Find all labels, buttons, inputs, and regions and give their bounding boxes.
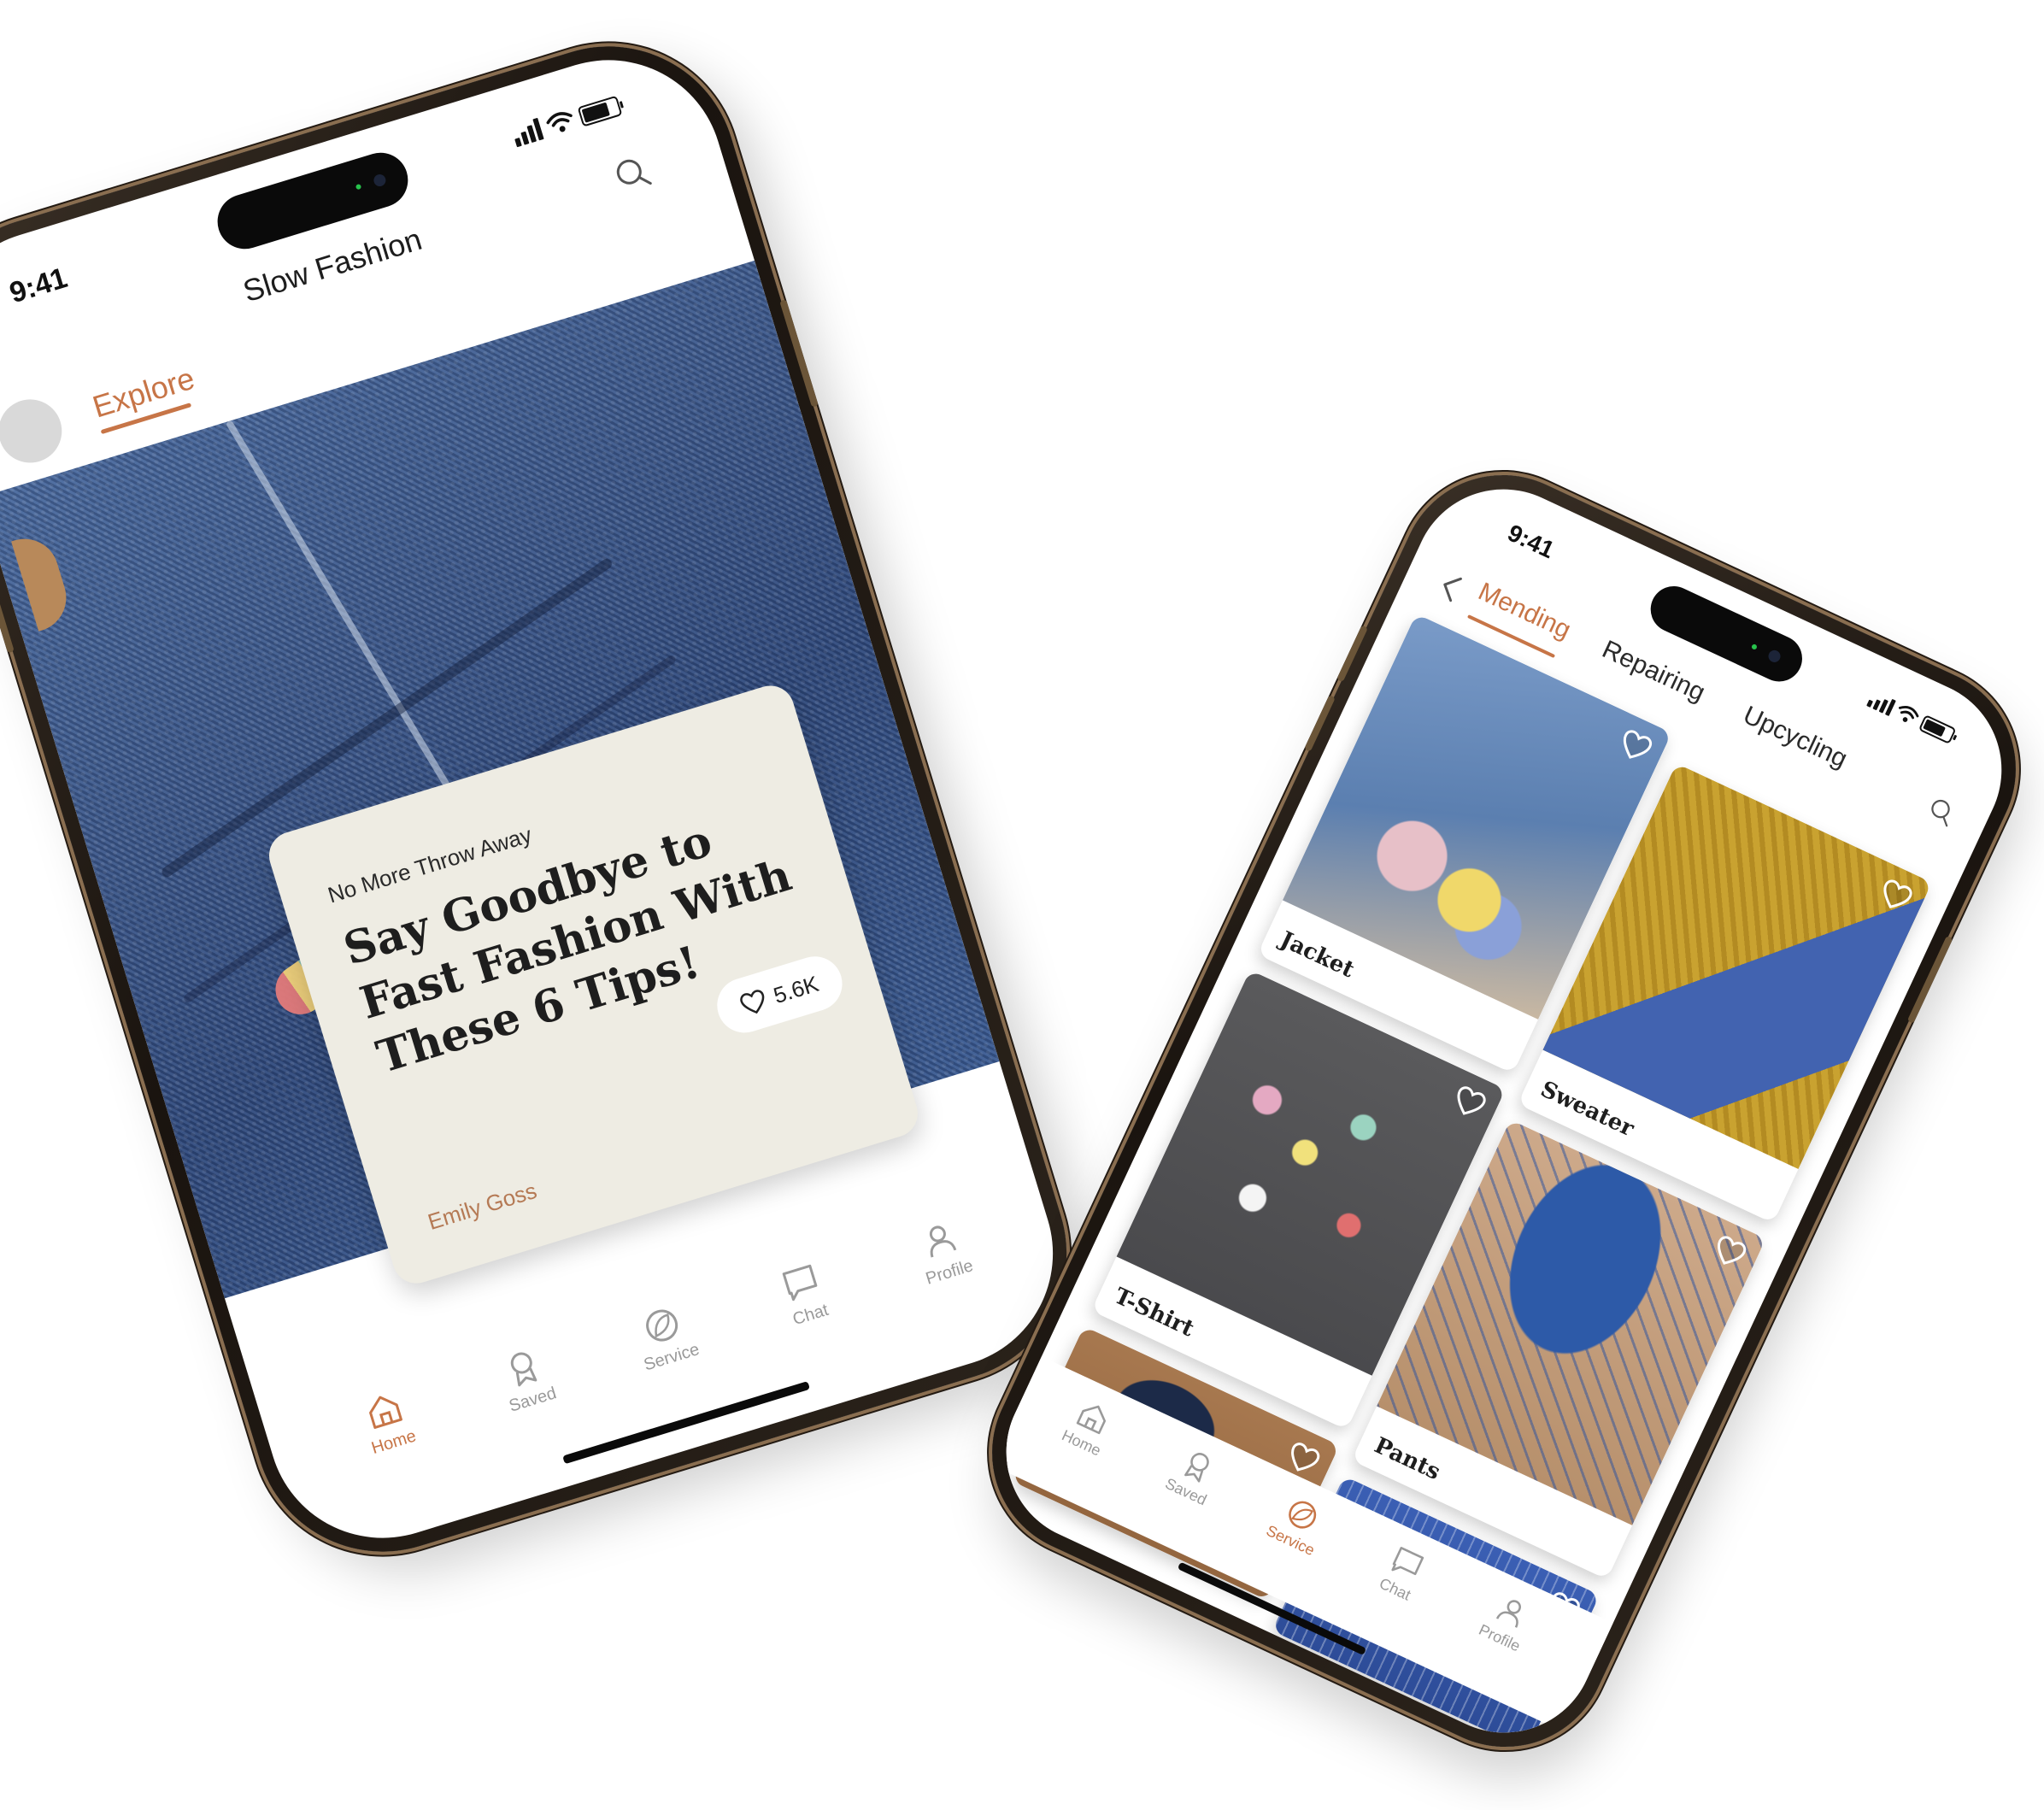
- phone-explore: 9:41 Slow Fashion Explore No More Throw …: [0, 15, 1099, 1584]
- wifi-icon: [1898, 706, 1919, 722]
- back-chevron-icon[interactable]: [1431, 567, 1469, 608]
- nav-saved[interactable]: Saved: [468, 1335, 584, 1425]
- article-author[interactable]: Emily Goss: [425, 1178, 540, 1236]
- nav-service[interactable]: Service: [1244, 1480, 1352, 1569]
- article-headline[interactable]: Say Goodbye to Fast Fashion With These 6…: [338, 785, 844, 1086]
- home-icon: [369, 1396, 402, 1429]
- signal-icon: [1866, 691, 1896, 717]
- wifi-icon: [546, 112, 573, 132]
- status-icons: [511, 94, 623, 148]
- status-time: 9:41: [1503, 519, 1559, 564]
- nav-service[interactable]: Service: [608, 1292, 724, 1382]
- nav-chat[interactable]: Chat: [746, 1250, 862, 1340]
- saved-icon: [510, 1352, 537, 1387]
- tab-mending[interactable]: Mending: [1474, 578, 1575, 645]
- screen: 9:41 Mending Repairing Upcycling Jacket …: [976, 459, 2032, 1763]
- nav-profile[interactable]: Profile: [1453, 1578, 1560, 1666]
- chat-icon: [782, 1264, 818, 1302]
- tab-upcycling[interactable]: Upcycling: [1739, 701, 1852, 774]
- battery-icon: [1918, 714, 1957, 745]
- tile-label: T-Shirt: [1110, 1283, 1198, 1343]
- tile-label: Jacket: [1276, 926, 1359, 984]
- tile-label: Pants: [1370, 1432, 1445, 1486]
- jacket-button: [11, 530, 75, 632]
- signal-icon: [511, 117, 544, 148]
- status-time: 9:41: [5, 262, 72, 310]
- profile-icon: [929, 1225, 957, 1258]
- tab-repairing[interactable]: Repairing: [1598, 635, 1709, 708]
- heart-icon: [740, 990, 765, 1014]
- screen: 9:41 Slow Fashion Explore No More Throw …: [0, 32, 1082, 1566]
- nav-home[interactable]: Home: [330, 1378, 446, 1467]
- nav-profile[interactable]: Profile: [885, 1208, 1001, 1297]
- status-icons: [1866, 689, 1957, 745]
- tab-explore[interactable]: Explore: [89, 361, 199, 426]
- like-count: 5.6K: [770, 970, 822, 1008]
- nav-chat-label: Chat: [790, 1300, 831, 1330]
- battery-icon: [577, 95, 623, 127]
- avatar[interactable]: [0, 391, 70, 471]
- phone-mending: 9:41 Mending Repairing Upcycling Jacket …: [958, 441, 2044, 1781]
- nav-saved[interactable]: Saved: [1139, 1431, 1247, 1520]
- nav-home[interactable]: Home: [1035, 1383, 1142, 1472]
- nav-chat[interactable]: Chat: [1348, 1529, 1456, 1618]
- leaf-icon: [646, 1309, 678, 1342]
